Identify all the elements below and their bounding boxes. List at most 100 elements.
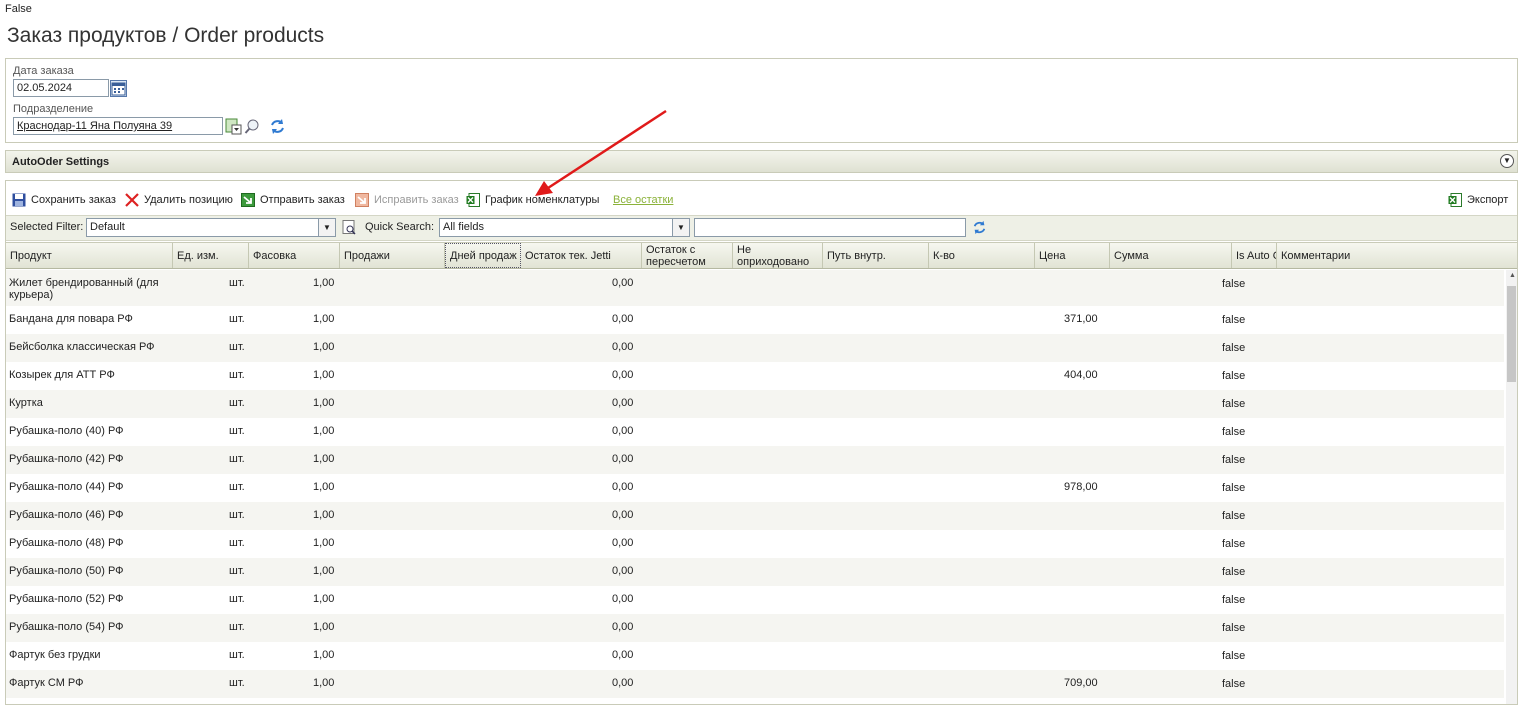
col-header-product[interactable]: Продукт: [6, 243, 173, 268]
cell-stock: 0,00: [612, 677, 634, 689]
table-row[interactable]: Бейсболка классическая РФ шт. 1,00 0,00 fals…: [6, 334, 1504, 362]
cell-stock: 0,00: [612, 397, 634, 409]
cell-is-auto: false: [1222, 278, 1246, 290]
schedule-label: График номенклатуры: [485, 194, 600, 206]
cell-product: Рубашка-поло (48) РФ: [9, 537, 124, 549]
cell-stock: 0,00: [612, 341, 634, 353]
division-label: Подразделение: [13, 103, 94, 115]
expand-icon[interactable]: ▼: [1500, 154, 1514, 168]
scrollbar-thumb[interactable]: [1507, 286, 1516, 382]
table-row[interactable]: Жилет брендированный (для курьера) шт. 1,0…: [6, 270, 1504, 306]
cell-product: Бандана для повара РФ: [9, 313, 133, 325]
delete-icon: [125, 193, 139, 207]
selected-filter-select[interactable]: Default ▼: [86, 218, 336, 237]
cell-price: 709,00: [1064, 677, 1098, 689]
cell-is-auto: false: [1222, 314, 1246, 326]
cell-product: Рубашка-поло (54) РФ: [9, 621, 124, 633]
table-row[interactable]: Рубашка-поло (42) РФ шт. 1,00 0,00 false: [6, 446, 1504, 474]
search-icon[interactable]: [244, 118, 261, 135]
table-row[interactable]: Бандана для повара РФ шт. 1,00 0,00 371,00 fa…: [6, 306, 1504, 334]
col-header-sum[interactable]: Сумма: [1110, 243, 1232, 268]
col-header-stock-recount[interactable]: Остаток с пересчетом: [642, 243, 733, 268]
col-header-sales-days[interactable]: Дней продаж: [445, 243, 521, 268]
quick-search-field-select[interactable]: All fields ▼: [439, 218, 690, 237]
col-header-is-auto[interactable]: Is Auto O: [1232, 243, 1277, 268]
selected-filter-label: Selected Filter:: [10, 221, 84, 233]
delete-item-button[interactable]: Удалить позицию: [125, 192, 233, 208]
send-order-button[interactable]: Отправить заказ: [241, 192, 345, 208]
autoorder-settings-header[interactable]: AutoOder Settings ▼: [5, 150, 1518, 173]
table-row[interactable]: Рубашка-поло (52) РФ шт. 1,00 0,00 false: [6, 586, 1504, 614]
cell-pack: 1,00: [313, 649, 335, 661]
export-button[interactable]: Экспорт: [1448, 192, 1508, 208]
col-header-stock-jetti[interactable]: Остаток тек. Jetti: [521, 243, 642, 268]
col-header-comments[interactable]: Комментарии: [1277, 243, 1517, 268]
all-stock-link[interactable]: Все остатки: [613, 192, 673, 208]
cell-product: Рубашка-поло (52) РФ: [9, 593, 124, 605]
cell-stock: 0,00: [612, 537, 634, 549]
cell-pack: 1,00: [313, 425, 335, 437]
debug-flag: False: [5, 3, 32, 15]
date-field[interactable]: 02.05.2024: [13, 79, 109, 97]
cell-is-auto: false: [1222, 398, 1246, 410]
scroll-up-icon[interactable]: ▲: [1509, 272, 1516, 279]
calendar-icon[interactable]: [110, 80, 127, 97]
table-row[interactable]: Фартук СМ РФ шт. 1,00 0,00 709,00 false: [6, 670, 1504, 698]
page-title: Заказ продуктов / Order products: [7, 24, 325, 47]
save-order-button[interactable]: Сохранить заказ: [12, 192, 116, 208]
quick-search-label: Quick Search:: [365, 221, 435, 233]
table-row[interactable]: Фартук без грудки шт. 1,00 0,00 false: [6, 642, 1504, 670]
vertical-scrollbar[interactable]: ▲: [1506, 270, 1517, 704]
cell-unit: шт.: [229, 453, 245, 465]
fix-order-button[interactable]: Исправить заказ: [355, 192, 459, 208]
col-header-unit[interactable]: Ед. изм.: [173, 243, 249, 268]
cell-unit: шт.: [229, 313, 245, 325]
col-header-pack[interactable]: Фасовка: [249, 243, 340, 268]
table-row[interactable]: Рубашка-поло (48) РФ шт. 1,00 0,00 false: [6, 530, 1504, 558]
cell-pack: 1,00: [313, 277, 335, 289]
division-dropdown-icon[interactable]: [225, 118, 242, 135]
table-row[interactable]: Рубашка-поло (54) РФ шт. 1,00 0,00 false: [6, 614, 1504, 642]
table-row[interactable]: Куртка шт. 1,00 0,00 false: [6, 390, 1504, 418]
col-header-sales[interactable]: Продажи: [340, 243, 445, 268]
cell-product: Фартук без грудки: [9, 649, 101, 661]
schedule-button[interactable]: График номенклатуры: [466, 192, 599, 208]
cell-unit: шт.: [229, 593, 245, 605]
table-row[interactable]: Рубашка-поло (40) РФ шт. 1,00 0,00 false: [6, 418, 1504, 446]
cell-pack: 1,00: [313, 369, 335, 381]
col-header-in-transit[interactable]: Путь внутр.: [823, 243, 929, 268]
table-row[interactable]: Рубашка-поло (44) РФ шт. 1,00 0,00 978,00 fal…: [6, 474, 1504, 502]
cell-stock: 0,00: [612, 369, 634, 381]
cell-is-auto: false: [1222, 622, 1246, 634]
date-label: Дата заказа: [13, 65, 74, 77]
chevron-down-icon[interactable]: ▼: [318, 219, 335, 236]
cell-pack: 1,00: [313, 537, 335, 549]
cell-pack: 1,00: [313, 341, 335, 353]
cell-pack: 1,00: [313, 481, 335, 493]
cell-is-auto: false: [1222, 650, 1246, 662]
cell-price: 371,00: [1064, 313, 1098, 325]
cell-is-auto: false: [1222, 342, 1246, 354]
col-header-not-posted[interactable]: Не оприходовано: [733, 243, 823, 268]
refresh-icon[interactable]: [972, 220, 987, 238]
cell-product: Рубашка-поло (46) РФ: [9, 509, 124, 521]
table-row[interactable]: Козырек для АТТ РФ шт. 1,00 0,00 404,00 false: [6, 362, 1504, 390]
cell-unit: шт.: [229, 565, 245, 577]
cell-is-auto: false: [1222, 426, 1246, 438]
cell-product: Рубашка-поло (40) РФ: [9, 425, 124, 437]
table-row[interactable]: Рубашка-поло (50) РФ шт. 1,00 0,00 false: [6, 558, 1504, 586]
fix-icon: [355, 193, 369, 207]
cell-unit: шт.: [229, 341, 245, 353]
col-header-qty[interactable]: К-во: [929, 243, 1035, 268]
excel-icon: [466, 193, 480, 207]
table-row[interactable]: Рубашка-поло (46) РФ шт. 1,00 0,00 false: [6, 502, 1504, 530]
cell-product: Козырек для АТТ РФ: [9, 369, 115, 381]
fix-order-label: Исправить заказ: [374, 194, 459, 206]
cell-pack: 1,00: [313, 509, 335, 521]
chevron-down-icon[interactable]: ▼: [672, 219, 689, 236]
quick-search-input[interactable]: [694, 218, 966, 237]
col-header-price[interactable]: Цена: [1035, 243, 1110, 268]
refresh-icon[interactable]: [269, 118, 286, 135]
division-field[interactable]: Краснодар-11 Яна Полуяна 39: [13, 117, 223, 135]
cell-unit: шт.: [229, 481, 245, 493]
